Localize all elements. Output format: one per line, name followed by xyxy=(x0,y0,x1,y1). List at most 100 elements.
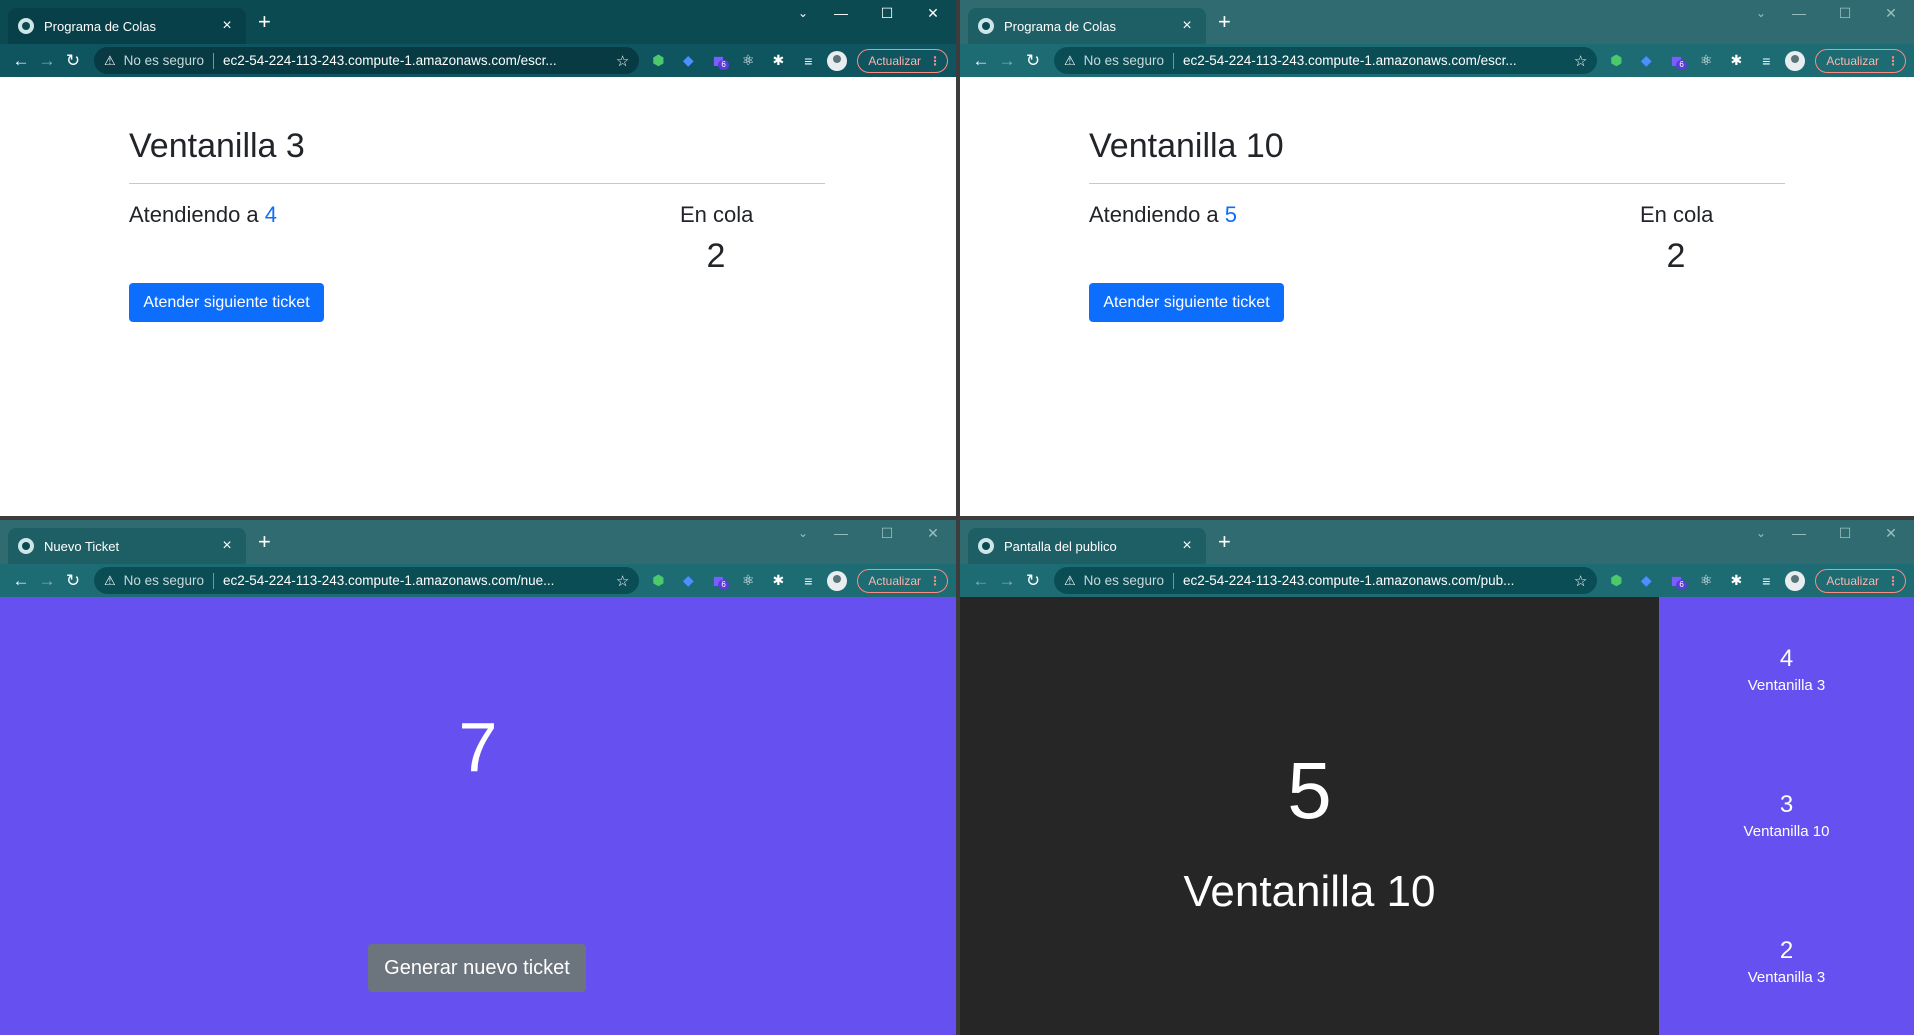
close-tab-icon[interactable]: × xyxy=(1178,17,1196,35)
tab-search-icon[interactable]: ⌄ xyxy=(1756,2,1766,24)
close-tab-icon[interactable]: × xyxy=(218,17,236,35)
react-extension-icon[interactable]: ⚛ xyxy=(1697,572,1715,589)
update-button[interactable]: Actualizar ⋮ xyxy=(857,48,948,73)
profile-avatar[interactable] xyxy=(1785,50,1806,71)
pin-extension-icon[interactable]: ◆ xyxy=(1637,572,1655,589)
forward-icon[interactable]: → xyxy=(34,51,60,71)
attend-next-ticket-button[interactable]: Atender siguiente ticket xyxy=(1089,283,1284,322)
globe-icon xyxy=(978,18,994,34)
attend-next-ticket-button[interactable]: Atender siguiente ticket xyxy=(129,283,324,322)
address-bar[interactable]: ⚠ No es seguro ec2-54-224-113-243.comput… xyxy=(1054,567,1598,594)
warning-icon[interactable]: ⚠ xyxy=(1064,53,1076,69)
back-icon[interactable]: ← xyxy=(8,51,34,71)
close-tab-icon[interactable]: × xyxy=(1178,537,1196,555)
queue-label: En cola xyxy=(680,202,754,227)
back-icon[interactable]: ← xyxy=(8,571,34,591)
forward-icon[interactable]: → xyxy=(994,571,1020,591)
react-extension-icon[interactable]: ⚛ xyxy=(739,572,757,589)
update-button[interactable]: Actualizar ⋮ xyxy=(857,568,948,593)
cube-extension-icon[interactable]: ◼ 6 xyxy=(1667,572,1687,590)
profile-avatar[interactable] xyxy=(827,50,848,71)
reload-icon[interactable]: ↻ xyxy=(60,51,86,71)
puzzle-extensions-icon[interactable]: ✱ xyxy=(1727,52,1745,69)
minimize-icon[interactable]: — xyxy=(818,0,864,30)
browser-toolbar: ← → ↻ ⚠ No es seguro ec2-54-224-113-243.… xyxy=(960,44,1914,77)
minimize-icon[interactable]: — xyxy=(1776,0,1822,30)
shield-extension-icon[interactable]: ⬢ xyxy=(1607,52,1625,69)
tab-search-icon[interactable]: ⌄ xyxy=(798,2,808,24)
new-tab-button[interactable]: + xyxy=(258,10,271,34)
address-bar[interactable]: ⚠ No es seguro ec2-54-224-113-243.comput… xyxy=(1054,47,1598,74)
new-ticket-number: 7 xyxy=(458,708,498,786)
globe-icon xyxy=(18,18,34,34)
close-window-icon[interactable]: ✕ xyxy=(1868,520,1914,550)
profile-avatar[interactable] xyxy=(827,570,848,591)
current-window-label: Ventanilla 10 xyxy=(1183,867,1436,916)
pin-extension-icon[interactable]: ◆ xyxy=(679,52,697,69)
public-screen-page: 5 Ventanilla 10 4 Ventanilla 3 3 Ventani… xyxy=(960,597,1914,1035)
puzzle-extensions-icon[interactable]: ✱ xyxy=(1727,572,1745,589)
cube-extension-icon[interactable]: ◼ 6 xyxy=(1667,52,1687,70)
reload-icon[interactable]: ↻ xyxy=(1020,571,1046,591)
back-icon[interactable]: ← xyxy=(968,51,994,71)
menu-dots-icon: ⋮ xyxy=(929,573,941,588)
update-button[interactable]: Actualizar ⋮ xyxy=(1815,568,1906,593)
new-tab-button[interactable]: + xyxy=(258,530,271,554)
reading-list-icon[interactable]: ≡ xyxy=(1757,573,1775,589)
minimize-icon[interactable]: — xyxy=(1776,520,1822,550)
close-window-icon[interactable]: ✕ xyxy=(1868,0,1914,30)
cube-extension-icon[interactable]: ◼ 6 xyxy=(709,572,729,590)
page-title: Ventanilla 10 xyxy=(1089,127,1284,165)
warning-icon[interactable]: ⚠ xyxy=(104,53,116,69)
new-tab-button[interactable]: + xyxy=(1218,530,1231,554)
puzzle-extensions-icon[interactable]: ✱ xyxy=(769,572,787,589)
address-bar[interactable]: ⚠ No es seguro ec2-54-224-113-243.comput… xyxy=(94,47,640,74)
minimize-icon[interactable]: — xyxy=(818,520,864,550)
close-window-icon[interactable]: ✕ xyxy=(910,520,956,550)
tab-programa-de-colas[interactable]: Programa de Colas × xyxy=(8,8,246,44)
cube-extension-icon[interactable]: ◼ 6 xyxy=(709,52,729,70)
react-extension-icon[interactable]: ⚛ xyxy=(739,52,757,69)
maximize-icon[interactable]: ☐ xyxy=(1822,0,1868,30)
profile-avatar[interactable] xyxy=(1785,570,1806,591)
tab-programa-de-colas[interactable]: Programa de Colas × xyxy=(968,8,1206,44)
pin-extension-icon[interactable]: ◆ xyxy=(1637,52,1655,69)
address-bar[interactable]: ⚠ No es seguro ec2-54-224-113-243.comput… xyxy=(94,567,640,594)
tab-search-icon[interactable]: ⌄ xyxy=(798,522,808,544)
react-extension-icon[interactable]: ⚛ xyxy=(1697,52,1715,69)
tab-pantalla-del-publico[interactable]: Pantalla del publico × xyxy=(968,528,1206,564)
bookmark-star-icon[interactable]: ☆ xyxy=(616,52,629,70)
shield-extension-icon[interactable]: ⬢ xyxy=(1607,572,1625,589)
reading-list-icon[interactable]: ≡ xyxy=(799,53,817,69)
warning-icon[interactable]: ⚠ xyxy=(104,573,116,589)
bookmark-star-icon[interactable]: ☆ xyxy=(1574,52,1587,70)
bookmark-star-icon[interactable]: ☆ xyxy=(1574,572,1587,590)
forward-icon[interactable]: → xyxy=(994,51,1020,71)
puzzle-extensions-icon[interactable]: ✱ xyxy=(769,52,787,69)
reload-icon[interactable]: ↻ xyxy=(60,571,86,591)
tab-search-icon[interactable]: ⌄ xyxy=(1756,522,1766,544)
divider xyxy=(212,52,214,69)
shield-extension-icon[interactable]: ⬢ xyxy=(649,52,667,69)
reading-list-icon[interactable]: ≡ xyxy=(1757,53,1775,69)
update-button[interactable]: Actualizar ⋮ xyxy=(1815,48,1906,73)
attending-text: Atendiendo a 5 xyxy=(1089,202,1237,228)
maximize-icon[interactable]: ☐ xyxy=(864,0,910,30)
generate-ticket-button[interactable]: Generar nuevo ticket xyxy=(368,944,586,992)
maximize-icon[interactable]: ☐ xyxy=(864,520,910,550)
new-tab-button[interactable]: + xyxy=(1218,10,1231,34)
forward-icon[interactable]: → xyxy=(34,571,60,591)
tab-nuevo-ticket[interactable]: Nuevo Ticket × xyxy=(8,528,246,564)
warning-icon[interactable]: ⚠ xyxy=(1064,573,1076,589)
reading-list-icon[interactable]: ≡ xyxy=(799,573,817,589)
reload-icon[interactable]: ↻ xyxy=(1020,51,1046,71)
shield-extension-icon[interactable]: ⬢ xyxy=(649,572,667,589)
maximize-icon[interactable]: ☐ xyxy=(1822,520,1868,550)
current-call-panel: 5 Ventanilla 10 xyxy=(960,597,1659,1035)
pin-extension-icon[interactable]: ◆ xyxy=(679,572,697,589)
bookmark-star-icon[interactable]: ☆ xyxy=(616,572,629,590)
close-window-icon[interactable]: ✕ xyxy=(910,0,956,30)
back-icon[interactable]: ← xyxy=(968,571,994,591)
attending-label: Atendiendo a xyxy=(129,202,259,227)
close-tab-icon[interactable]: × xyxy=(218,537,236,555)
